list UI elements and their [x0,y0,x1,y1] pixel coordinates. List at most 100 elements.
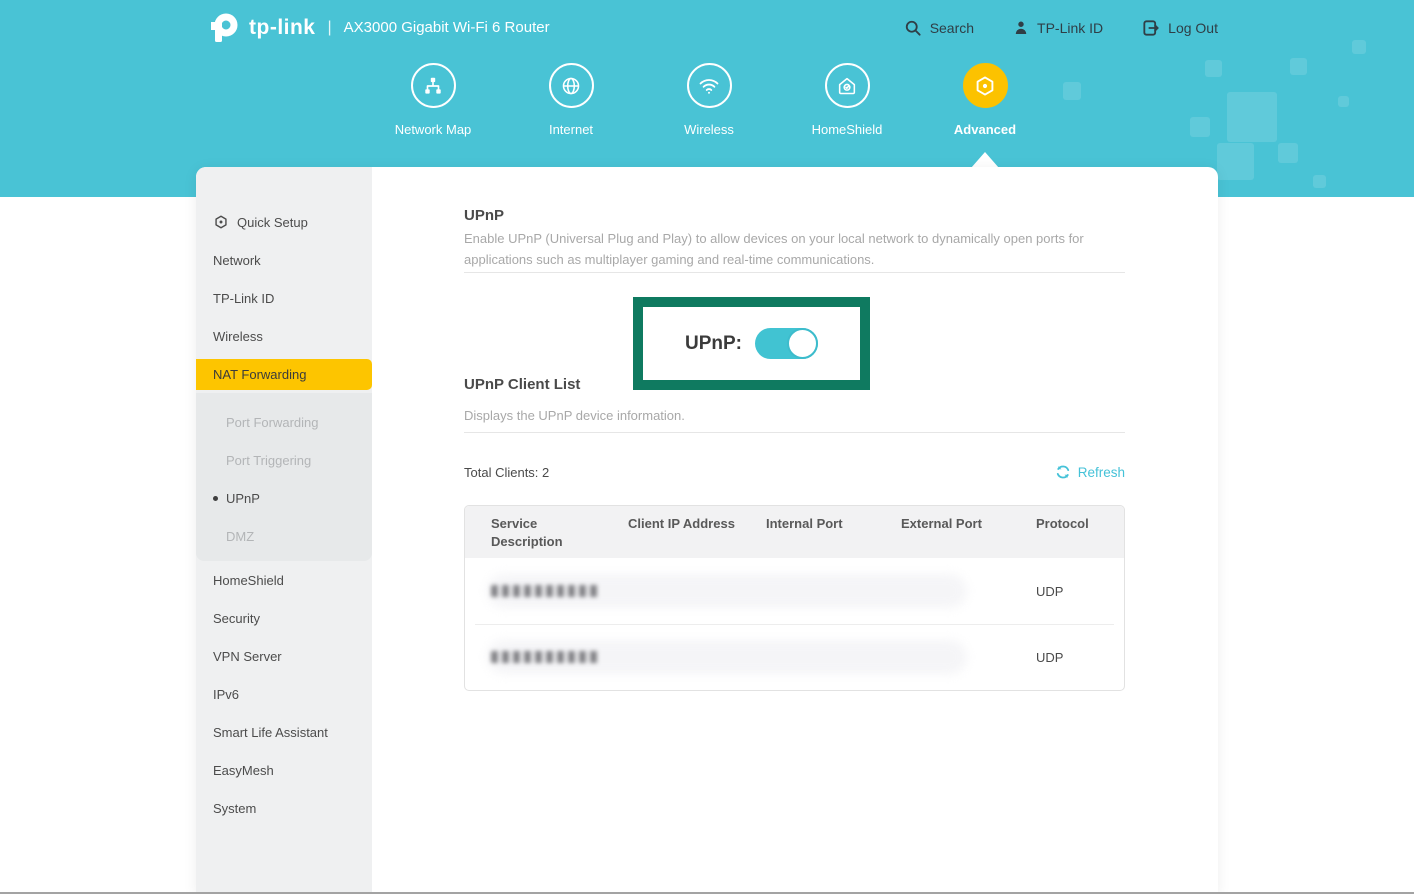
client-list-toolbar: Total Clients: 2 Refresh [464,463,1125,481]
client-list-title: UPnP Client List [464,376,580,393]
redacted-service-text [491,651,599,663]
sidebar-item-label: Quick Setup [237,215,308,230]
sidebar-item-label: Smart Life Assistant [213,725,328,740]
brand-logo-group: tp-link | AX3000 Gigabit Wi-Fi 6 Router [203,11,550,45]
nav-label: Network Map [395,122,472,137]
col-client-ip: Client IP Address [628,515,766,550]
table-header-row: Service Description Client IP Address In… [465,506,1124,558]
deco-square [1190,117,1210,137]
search-button[interactable]: Search [903,18,974,38]
sidebar-item-ipv6[interactable]: IPv6 [196,675,372,713]
sidebar-item-system[interactable]: System [196,789,372,827]
sidebar-item-label: IPv6 [213,687,239,702]
sidebar-item-label: NAT Forwarding [213,367,306,382]
divider [464,432,1125,433]
router-model: AX3000 Gigabit Wi-Fi 6 Router [344,19,550,36]
nav-item-internet[interactable]: Internet [511,63,631,137]
sidebar-item-tplink-id[interactable]: TP-Link ID [196,279,372,317]
logout-label: Log Out [1168,20,1218,36]
deco-square [1227,92,1277,142]
sidebar-item-quick-setup[interactable]: Quick Setup [196,203,372,241]
sidebar-subitem-upnp[interactable]: UPnP [196,479,372,517]
sidebar-item-label: TP-Link ID [213,291,274,306]
sidebar-item-label: Network [213,253,261,268]
protocol-cell: UDP [1036,584,1125,599]
sidebar-subitem-label: DMZ [226,529,254,544]
brand-name: tp-link [249,16,316,40]
col-protocol: Protocol [1036,515,1125,550]
search-label: Search [930,20,974,36]
nav-item-wireless[interactable]: Wireless [649,63,769,137]
sidebar-subitem-label: Port Forwarding [226,415,318,430]
sidebar: Quick Setup Network TP-Link ID Wireless … [196,167,372,894]
nav-label: Internet [549,122,593,137]
sidebar-subitem-dmz[interactable]: DMZ [196,517,372,555]
deco-square [1217,143,1254,180]
deco-square [1313,175,1326,188]
deco-square [1278,143,1298,163]
total-clients-label: Total Clients: 2 [464,465,549,480]
col-service-description: Service Description [465,515,628,550]
advanced-pointer [971,152,999,168]
nav-item-network-map[interactable]: Network Map [373,63,493,137]
top-actions: Search TP-Link ID Log Out [903,0,1218,55]
globe-icon [549,63,594,108]
nav-item-homeshield[interactable]: HomeShield [787,63,907,137]
sidebar-item-label: Wireless [213,329,263,344]
sidebar-item-label: EasyMesh [213,763,274,778]
wifi-icon [687,63,732,108]
sidebar-item-wireless[interactable]: Wireless [196,317,372,355]
table-row: UDP [465,624,1124,690]
tplink-id-button[interactable]: TP-Link ID [1012,18,1103,38]
user-icon [1012,18,1030,38]
sidebar-subitem-port-forwarding[interactable]: Port Forwarding [196,403,372,441]
deco-square [1290,58,1307,75]
col-external-port: External Port [901,515,1036,550]
sidebar-item-nat-forwarding[interactable]: NAT Forwarding [196,359,372,390]
top-bar: tp-link | AX3000 Gigabit Wi-Fi 6 Router … [0,0,1414,55]
sidebar-item-homeshield[interactable]: HomeShield [196,561,372,599]
nav-label: Wireless [684,122,734,137]
upnp-section-title: UPnP [464,207,504,224]
upnp-client-table: Service Description Client IP Address In… [464,505,1125,691]
home-shield-icon [825,63,870,108]
sidebar-item-label: System [213,801,256,816]
upnp-toggle-switch[interactable] [755,328,818,359]
sidebar-item-easymesh[interactable]: EasyMesh [196,751,372,789]
nav-label: HomeShield [812,122,883,137]
main-nav: Network Map Internet Wireless [373,63,1045,137]
deco-square [1063,82,1081,100]
col-internal-port: Internal Port [766,515,901,550]
redacted-service-text [491,585,599,597]
client-list-description: Displays the UPnP device information. [464,406,1125,427]
refresh-button[interactable]: Refresh [1054,463,1125,481]
main-content: UPnP Enable UPnP (Universal Plug and Pla… [372,167,1218,894]
logout-icon [1141,18,1161,38]
sidebar-item-security[interactable]: Security [196,599,372,637]
tplink-id-label: TP-Link ID [1037,20,1103,36]
sidebar-item-network[interactable]: Network [196,241,372,279]
nav-item-advanced[interactable]: Advanced [925,63,1045,137]
tplink-logo-icon [203,11,243,45]
sidebar-item-smart-life-assistant[interactable]: Smart Life Assistant [196,713,372,751]
sidebar-subitem-label: UPnP [226,491,260,506]
sidebar-item-vpn-server[interactable]: VPN Server [196,637,372,675]
divider [464,272,1125,273]
upnp-section-description: Enable UPnP (Universal Plug and Play) to… [464,229,1125,271]
content-card: Quick Setup Network TP-Link ID Wireless … [196,167,1218,894]
nat-forwarding-submenu: Port Forwarding Port Triggering UPnP DMZ [196,393,372,561]
protocol-cell: UDP [1036,650,1125,665]
gear-icon [963,63,1008,108]
sidebar-subitem-port-triggering[interactable]: Port Triggering [196,441,372,479]
table-row: UDP [465,558,1124,624]
network-map-icon [411,63,456,108]
search-icon [903,18,923,38]
nav-label: Advanced [954,122,1016,137]
logout-button[interactable]: Log Out [1141,18,1218,38]
brand-divider: | [328,19,332,37]
toggle-knob [787,328,818,359]
sidebar-item-nat-forwarding-row: NAT Forwarding [196,355,372,393]
gear-icon [213,214,229,230]
upnp-toggle-label: UPnP: [685,333,742,355]
deco-square [1205,60,1222,77]
